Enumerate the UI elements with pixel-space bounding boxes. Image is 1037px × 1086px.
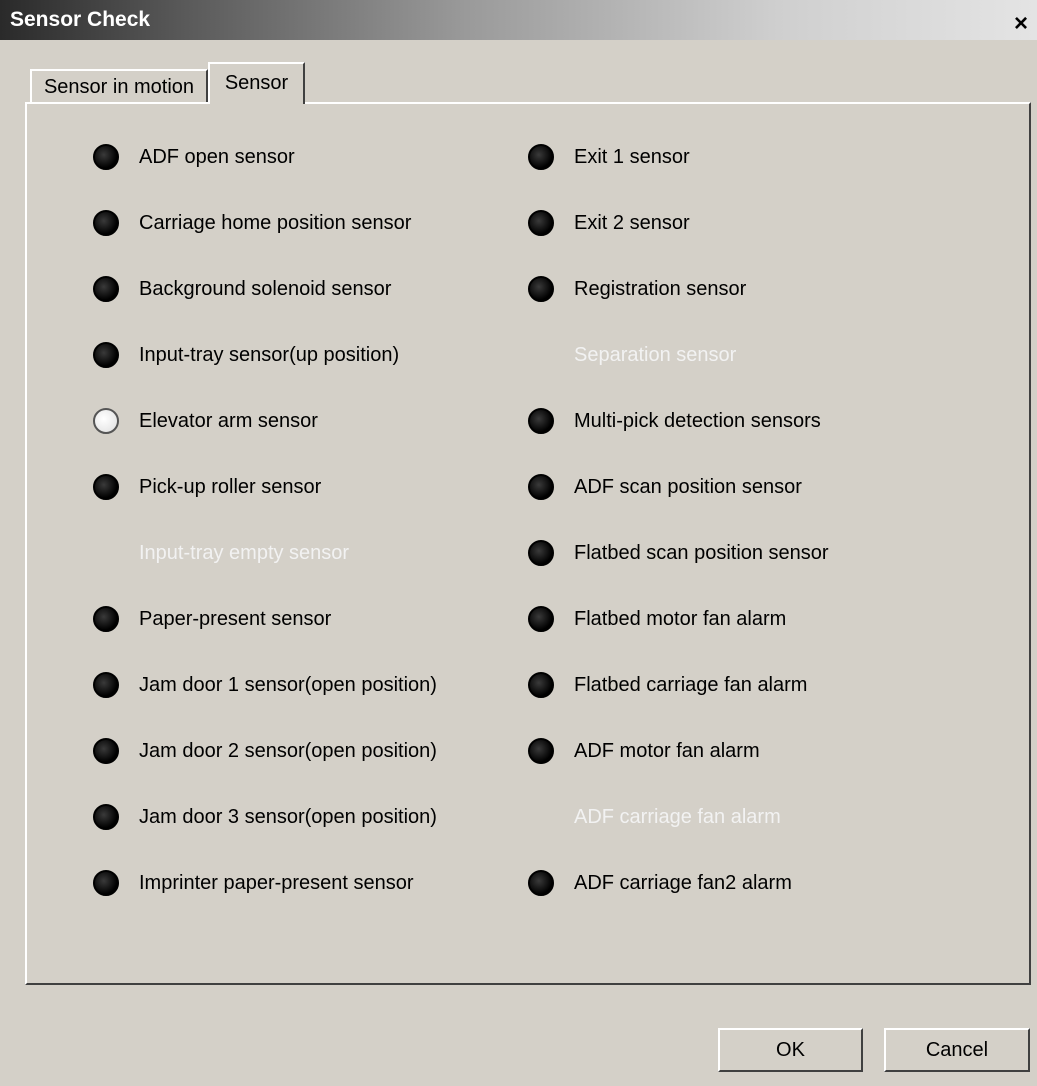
sensor-label: Exit 2 sensor — [574, 211, 690, 234]
sensor-indicator-icon — [93, 606, 119, 632]
sensor-label: ADF carriage fan alarm — [574, 805, 781, 828]
sensor-indicator-icon — [528, 276, 554, 302]
cancel-button[interactable]: Cancel — [884, 1028, 1030, 1072]
tab-sensor[interactable]: Sensor — [208, 62, 305, 104]
sensor-indicator-icon — [528, 342, 554, 368]
sensor-label: Carriage home position sensor — [139, 211, 412, 234]
sensor-label: ADF carriage fan2 alarm — [574, 871, 792, 894]
window-title: Sensor Check — [10, 8, 151, 31]
sensor-indicator-icon — [93, 738, 119, 764]
sensor-row: Exit 2 sensor — [528, 208, 690, 238]
title-bar: Sensor Check × — [0, 0, 1037, 40]
sensor-indicator-icon — [93, 474, 119, 500]
sensor-indicator-icon — [93, 870, 119, 896]
sensor-row: Flatbed motor fan alarm — [528, 604, 786, 634]
sensor-indicator-icon — [528, 672, 554, 698]
sensor-label: Flatbed carriage fan alarm — [574, 673, 808, 696]
sensor-row: Input-tray empty sensor — [93, 538, 349, 568]
sensor-label: Elevator arm sensor — [139, 409, 318, 432]
sensor-row: Jam door 2 sensor(open position) — [93, 736, 437, 766]
sensor-indicator-icon — [528, 474, 554, 500]
sensor-label: Jam door 1 sensor(open position) — [139, 673, 437, 696]
sensor-row: Imprinter paper-present sensor — [93, 868, 414, 898]
tab-sensor-in-motion[interactable]: Sensor in motion — [30, 69, 208, 103]
sensor-label: Jam door 3 sensor(open position) — [139, 805, 437, 828]
sensor-row: Flatbed scan position sensor — [528, 538, 829, 568]
sensor-indicator-icon — [93, 540, 119, 566]
sensor-indicator-icon — [528, 408, 554, 434]
sensor-label: ADF motor fan alarm — [574, 739, 760, 762]
sensor-row: Registration sensor — [528, 274, 746, 304]
sensor-label: Flatbed scan position sensor — [574, 541, 829, 564]
sensor-row: Elevator arm sensor — [93, 406, 318, 436]
sensor-row: Separation sensor — [528, 340, 736, 370]
sensor-row: ADF motor fan alarm — [528, 736, 760, 766]
close-icon[interactable]: × — [1009, 12, 1033, 36]
sensor-row: Background solenoid sensor — [93, 274, 391, 304]
sensor-row: Flatbed carriage fan alarm — [528, 670, 807, 700]
sensor-label: ADF scan position sensor — [574, 475, 802, 498]
sensor-row: Carriage home position sensor — [93, 208, 411, 238]
sensor-row: Pick-up roller sensor — [93, 472, 321, 502]
sensor-indicator-icon — [528, 144, 554, 170]
sensor-indicator-icon — [528, 804, 554, 830]
sensor-label: Imprinter paper-present sensor — [139, 871, 414, 894]
sensor-row: Input-tray sensor(up position) — [93, 340, 399, 370]
sensor-indicator-icon — [93, 276, 119, 302]
sensor-row: Jam door 3 sensor(open position) — [93, 802, 437, 832]
sensor-indicator-icon — [93, 408, 119, 434]
sensor-label: Flatbed motor fan alarm — [574, 607, 787, 630]
sensor-indicator-icon — [93, 342, 119, 368]
sensor-indicator-icon — [528, 606, 554, 632]
sensor-row: ADF scan position sensor — [528, 472, 802, 502]
sensor-row: Exit 1 sensor — [528, 142, 690, 172]
sensor-label: Input-tray empty sensor — [139, 541, 350, 564]
sensor-label: Pick-up roller sensor — [139, 475, 322, 498]
sensor-indicator-icon — [528, 540, 554, 566]
sensor-row: Jam door 1 sensor(open position) — [93, 670, 437, 700]
sensor-indicator-icon — [93, 210, 119, 236]
sensor-indicator-icon — [93, 804, 119, 830]
ok-button[interactable]: OK — [718, 1028, 863, 1072]
sensor-row: ADF carriage fan alarm — [528, 802, 781, 832]
sensor-check-dialog: Sensor Check × Sensor in motion Sensor A… — [0, 0, 1037, 1086]
sensor-indicator-icon — [93, 144, 119, 170]
sensor-row: ADF open sensor — [93, 142, 295, 172]
sensor-label: Jam door 2 sensor(open position) — [139, 739, 437, 762]
sensor-label: Background solenoid sensor — [139, 277, 392, 300]
sensor-label: Multi-pick detection sensors — [574, 409, 821, 432]
sensor-label: Paper-present sensor — [139, 607, 332, 630]
sensor-label: Separation sensor — [574, 343, 737, 366]
sensor-list: ADF open sensor Carriage home position se… — [27, 104, 1029, 983]
sensor-indicator-icon — [528, 870, 554, 896]
sensor-label: Input-tray sensor(up position) — [139, 343, 400, 366]
sensor-indicator-icon — [528, 210, 554, 236]
sensor-row: Paper-present sensor — [93, 604, 331, 634]
sensor-panel: ADF open sensor Carriage home position se… — [25, 102, 1031, 985]
sensor-row: Multi-pick detection sensors — [528, 406, 821, 436]
sensor-label: Registration sensor — [574, 277, 747, 300]
sensor-row: ADF carriage fan2 alarm — [528, 868, 792, 898]
sensor-label: Exit 1 sensor — [574, 145, 690, 168]
sensor-indicator-icon — [93, 672, 119, 698]
sensor-indicator-icon — [528, 738, 554, 764]
sensor-label: ADF open sensor — [139, 145, 295, 168]
